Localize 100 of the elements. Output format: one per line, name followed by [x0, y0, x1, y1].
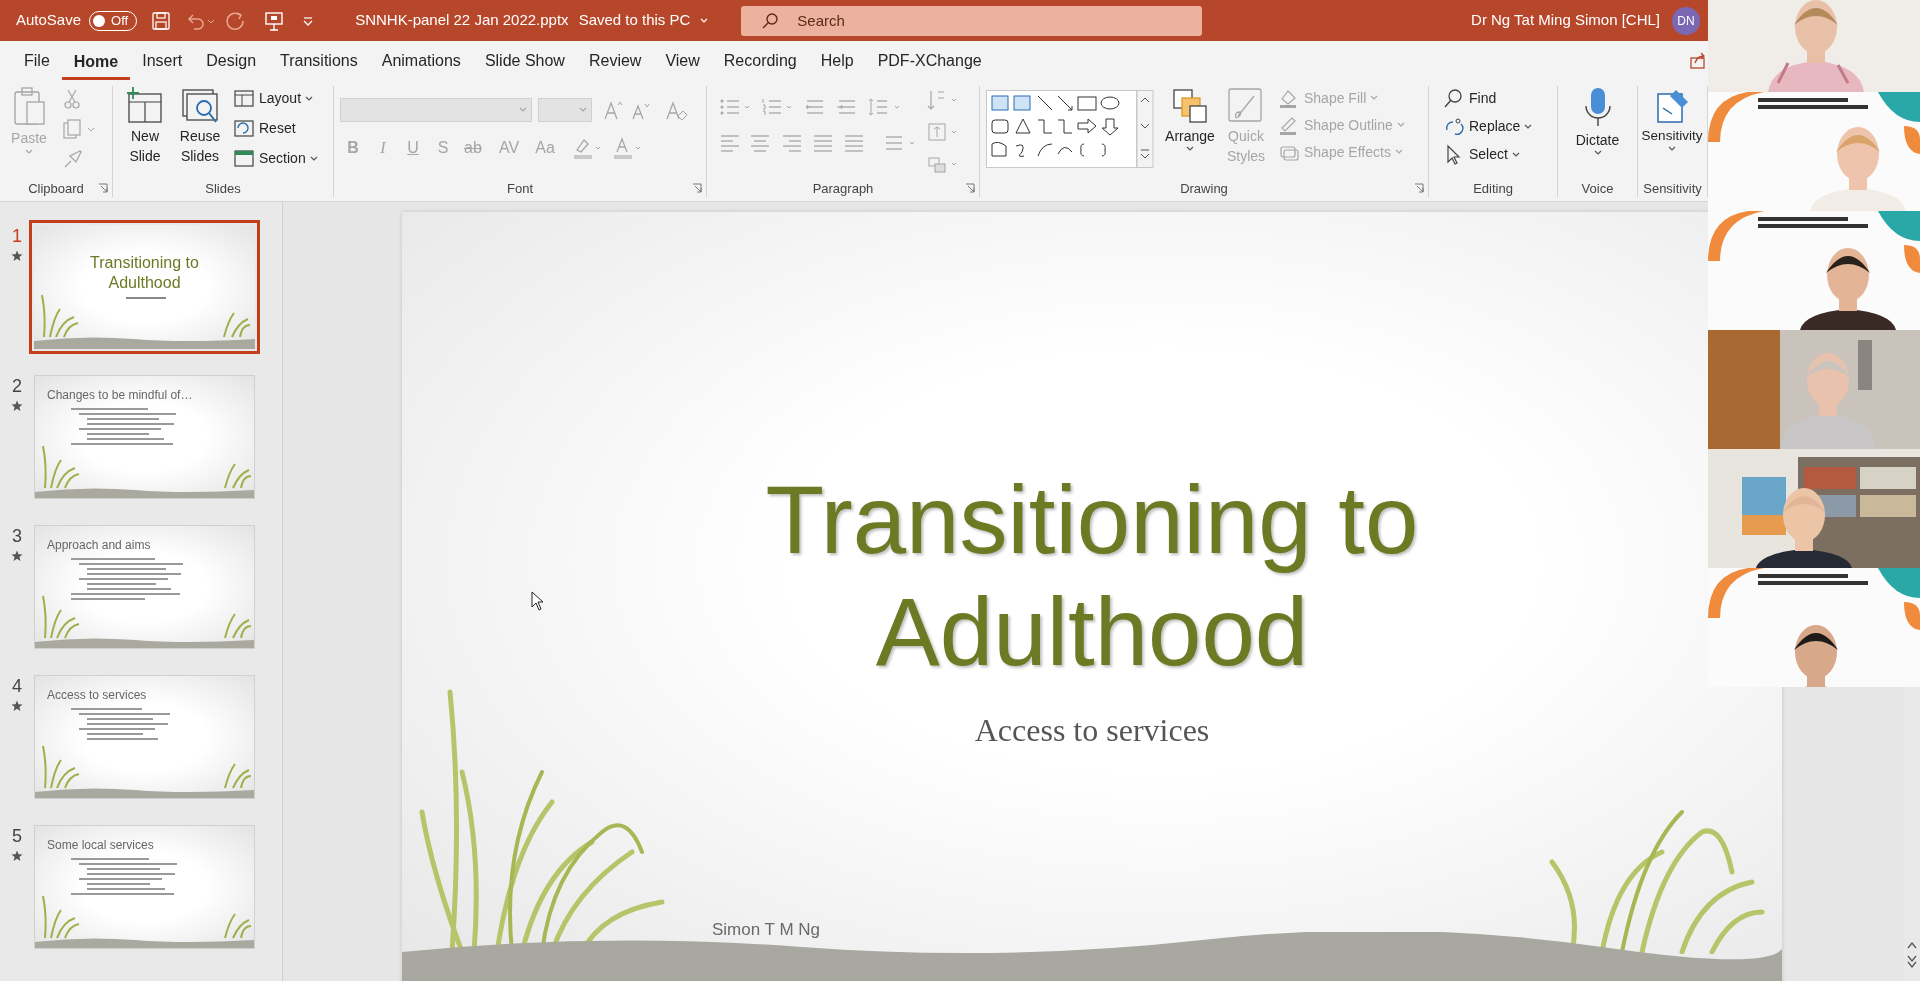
- slide-number: 4: [12, 675, 22, 697]
- group-label: Paragraph: [812, 180, 874, 197]
- caret-icon: [1186, 146, 1194, 152]
- columns-icon[interactable]: [843, 132, 865, 154]
- layout-icon: [233, 88, 255, 109]
- group-label: Voice: [1581, 180, 1614, 197]
- ribbon-tab[interactable]: File: [12, 44, 62, 80]
- slide-thumbnail[interactable]: Approach and aims: [34, 525, 255, 649]
- caret-icon: [519, 107, 527, 113]
- reset-button[interactable]: Reset: [233, 116, 318, 141]
- caret-icon: [1370, 95, 1379, 101]
- scroll-up-icon[interactable]: [1907, 941, 1917, 949]
- user-avatar[interactable]: DN: [1672, 6, 1700, 35]
- find-button[interactable]: Find: [1443, 86, 1533, 111]
- copy-icon[interactable]: [62, 118, 96, 140]
- thumbnail-title: Approach and aims: [47, 537, 151, 554]
- slide-number: 2: [12, 375, 22, 397]
- font-color-icon[interactable]: [612, 136, 642, 160]
- slide-thumbnail[interactable]: Access to services: [34, 675, 255, 799]
- thumbnail-title: Some local services: [47, 837, 154, 854]
- grass-drawing: [41, 744, 81, 790]
- reset-icon: [233, 118, 255, 139]
- group-label: Editing: [1473, 180, 1513, 197]
- ribbon-tab[interactable]: Help: [808, 44, 866, 80]
- group-label: Slides: [205, 180, 241, 197]
- ribbon-tab[interactable]: Design: [194, 44, 269, 80]
- group-label: Drawing: [1180, 180, 1228, 197]
- clear-formatting-icon[interactable]: [664, 99, 688, 121]
- dialog-launcher-icon[interactable]: [1414, 183, 1424, 193]
- ribbon-tab[interactable]: Insert: [130, 44, 195, 80]
- next-slide-icon[interactable]: [1907, 955, 1917, 969]
- ribbon-tab[interactable]: PDF-XChange: [865, 44, 994, 80]
- ribbon-tab[interactable]: Slide Show: [472, 44, 577, 80]
- search-field[interactable]: Search: [741, 5, 1203, 36]
- caret-icon: [25, 149, 33, 155]
- new-slide-button[interactable]: New Slide: [119, 86, 171, 179]
- grow-font-icon[interactable]: [602, 99, 624, 121]
- group-label: Sensitivity: [1643, 180, 1702, 197]
- slide-title: Transitioning to Adulthood: [764, 465, 1420, 687]
- grass-drawing: [223, 762, 253, 790]
- sensitivity-button[interactable]: Sensitivity: [1638, 86, 1706, 179]
- grass-drawing: [41, 594, 81, 640]
- format-painter-icon[interactable]: [62, 148, 84, 170]
- caret-icon: [1524, 123, 1533, 130]
- dialog-launcher-icon[interactable]: [98, 183, 108, 193]
- align-right-icon[interactable]: [781, 132, 803, 154]
- grass-drawing: [223, 462, 253, 490]
- dialog-launcher-icon[interactable]: [692, 183, 702, 193]
- user-name: Dr Ng Tat Ming Simon [CHL]: [1471, 10, 1660, 31]
- slide-number: 5: [12, 825, 22, 847]
- clipboard-icon: [11, 86, 47, 128]
- cut-icon[interactable]: [62, 88, 82, 110]
- slide-subtitle: Access to services: [974, 711, 1210, 750]
- document-title: SNNHK-panel 22 Jan 2022.pptx: [355, 10, 569, 31]
- caret-icon: [579, 107, 587, 113]
- ribbon-tab[interactable]: Animations: [369, 44, 473, 80]
- slide-thumbnail[interactable]: Some local services: [34, 825, 255, 949]
- search-icon: [1443, 87, 1465, 110]
- thumbnail-title: Transitioning to Adulthood: [89, 253, 200, 293]
- font-size-field[interactable]: [538, 98, 592, 122]
- save-icon[interactable]: [151, 10, 172, 31]
- group-label: Clipboard: [28, 180, 84, 197]
- select-button[interactable]: Select: [1443, 142, 1533, 167]
- presentation-icon[interactable]: [263, 9, 286, 32]
- save-status[interactable]: Saved to this PC: [578, 9, 691, 32]
- section-button[interactable]: Section: [233, 146, 318, 171]
- replace-button[interactable]: Replace: [1443, 114, 1533, 139]
- autosave-label: AutoSave: [16, 10, 82, 31]
- caret-icon: [1511, 151, 1520, 158]
- thumbnail-title: Access to services: [47, 687, 147, 704]
- caret-icon: [1394, 149, 1403, 155]
- caret-icon: [309, 155, 318, 162]
- dialog-launcher-icon[interactable]: [965, 183, 975, 193]
- grass-drawing: [40, 293, 80, 339]
- reuse-slides-button[interactable]: Reuse Slides: [171, 86, 229, 179]
- search-icon: [761, 11, 780, 30]
- ribbon-tab[interactable]: View: [653, 44, 712, 80]
- justify-icon[interactable]: [812, 132, 834, 154]
- arrange-icon: [1170, 86, 1210, 126]
- share-icon[interactable]: [1689, 52, 1707, 70]
- ribbon-tab[interactable]: Recording: [711, 44, 809, 80]
- layout-button[interactable]: Layout: [233, 86, 318, 111]
- dictate-button[interactable]: Dictate: [1564, 86, 1631, 179]
- slide-author: Simon T M Ng: [712, 919, 821, 941]
- slide-thumbnail[interactable]: Changes to be mindful of…: [34, 375, 255, 499]
- ribbon-tab[interactable]: Review: [576, 44, 654, 80]
- align-left-icon[interactable]: [719, 132, 741, 154]
- section-icon: [233, 148, 255, 169]
- ribbon-tab[interactable]: Transitions: [268, 44, 370, 80]
- slide-number: 1: [12, 225, 22, 247]
- arrange-button[interactable]: Arrange: [1160, 86, 1220, 179]
- thumbnail-title: Changes to be mindful of…: [47, 387, 193, 404]
- shapes-gallery[interactable]: [986, 90, 1154, 168]
- new-slide-icon: [125, 86, 165, 126]
- caret-icon: [1593, 150, 1602, 156]
- align-center-icon[interactable]: [750, 132, 772, 154]
- caret-icon: [1668, 146, 1676, 152]
- grass-drawing: [223, 912, 253, 940]
- caret-icon: [700, 17, 709, 24]
- slide-number: 3: [12, 525, 22, 547]
